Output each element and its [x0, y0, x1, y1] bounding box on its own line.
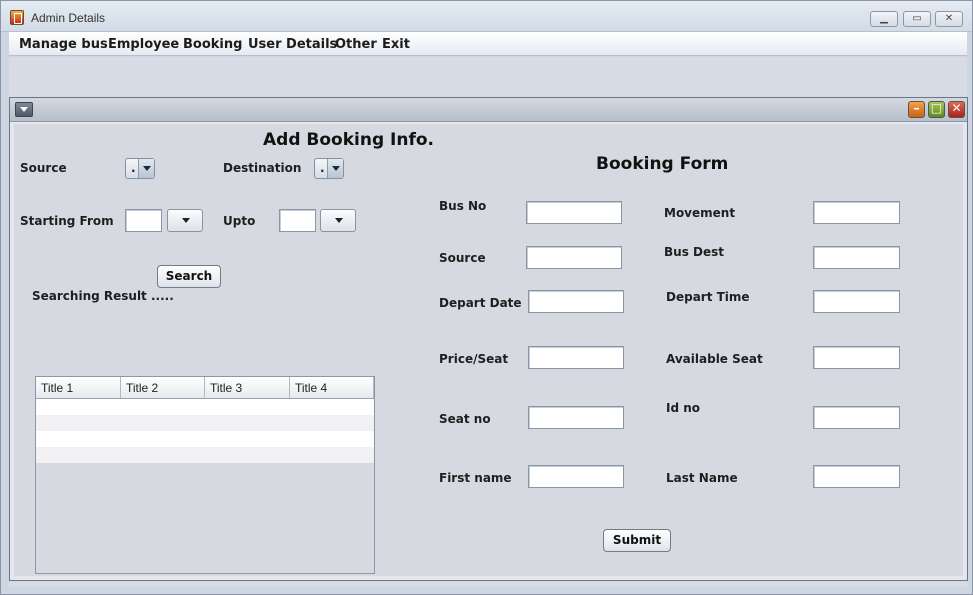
- menu-user-details[interactable]: User Details: [248, 37, 337, 52]
- submit-button[interactable]: Submit: [603, 529, 671, 552]
- source-form-label: Source: [439, 251, 486, 265]
- booking-panel: Add Booking Info. Source . Destination .…: [14, 124, 963, 576]
- frame-minimize-button[interactable]: –: [908, 101, 925, 118]
- movement-label: Movement: [664, 206, 736, 220]
- column-header[interactable]: Title 1: [36, 377, 121, 398]
- menu-other[interactable]: Other: [335, 37, 377, 52]
- source-combo[interactable]: .: [125, 158, 155, 179]
- maximize-button[interactable]: ▭: [903, 11, 931, 27]
- window-title-bar: Admin Details ▁ ▭ ✕: [1, 1, 972, 32]
- column-header[interactable]: Title 4: [290, 377, 374, 398]
- source-input[interactable]: [526, 246, 622, 269]
- depart-time-label: Depart Time: [666, 290, 750, 304]
- bus-dest-input[interactable]: [813, 246, 900, 269]
- chevron-down-icon: [327, 159, 343, 178]
- booking-form-heading: Booking Form: [596, 154, 729, 174]
- table-row[interactable]: [36, 431, 374, 447]
- maximize-icon: ▭: [912, 13, 922, 24]
- price-seat-label: Price/Seat: [439, 352, 509, 366]
- frame-menu-button[interactable]: [15, 102, 33, 117]
- source-label: Source: [20, 161, 67, 175]
- chevron-down-icon: [138, 159, 154, 178]
- starting-from-input[interactable]: [125, 209, 162, 232]
- upto-dropdown-button[interactable]: [320, 209, 356, 232]
- internal-frame-title-bar: – □ ✕: [10, 98, 967, 122]
- seat-no-input[interactable]: [528, 406, 624, 429]
- available-seat-label: Available Seat: [666, 352, 763, 366]
- column-header[interactable]: Title 2: [121, 377, 205, 398]
- bus-dest-label: Bus Dest: [664, 245, 724, 259]
- frame-close-button[interactable]: ✕: [948, 101, 965, 118]
- table-row[interactable]: [36, 399, 374, 415]
- search-results-table[interactable]: Title 1 Title 2 Title 3 Title 4: [35, 376, 375, 574]
- maximize-icon: □: [930, 101, 943, 115]
- booking-internal-frame: – □ ✕ Add Booking Info. Source . Destina…: [9, 97, 968, 581]
- table-row[interactable]: [36, 415, 374, 431]
- menu-exit[interactable]: Exit: [382, 37, 410, 52]
- table-row[interactable]: [36, 447, 374, 463]
- destination-value: .: [320, 161, 325, 175]
- last-name-input[interactable]: [813, 465, 900, 488]
- table-header: Title 1 Title 2 Title 3 Title 4: [36, 377, 374, 399]
- searching-result-label: Searching Result .....: [32, 289, 174, 303]
- close-icon: ✕: [944, 13, 954, 24]
- frame-maximize-button[interactable]: □: [928, 101, 945, 118]
- bus-no-label: Bus No: [439, 199, 487, 213]
- minimize-icon: ▁: [880, 13, 888, 24]
- first-name-input[interactable]: [528, 465, 624, 488]
- minimize-icon: –: [913, 101, 920, 115]
- minimize-button[interactable]: ▁: [870, 11, 898, 27]
- starting-from-dropdown-button[interactable]: [167, 209, 203, 232]
- seat-no-label: Seat no: [439, 412, 491, 426]
- search-button[interactable]: Search: [157, 265, 221, 288]
- depart-time-input[interactable]: [813, 290, 900, 313]
- movement-input[interactable]: [813, 201, 900, 224]
- add-booking-heading: Add Booking Info.: [263, 130, 435, 150]
- id-no-input[interactable]: [813, 406, 900, 429]
- window-title: Admin Details: [31, 11, 106, 25]
- price-seat-input[interactable]: [528, 346, 624, 369]
- bus-no-input[interactable]: [526, 201, 622, 224]
- source-value: .: [131, 161, 136, 175]
- upto-input[interactable]: [279, 209, 316, 232]
- close-button[interactable]: ✕: [935, 11, 963, 27]
- depart-date-input[interactable]: [528, 290, 624, 313]
- destination-combo[interactable]: .: [314, 158, 344, 179]
- upto-label: Upto: [223, 214, 256, 228]
- menu-booking[interactable]: Booking: [183, 37, 242, 52]
- menu-manage-bus[interactable]: Manage bus: [19, 37, 108, 52]
- last-name-label: Last Name: [666, 471, 738, 485]
- first-name-label: First name: [439, 471, 512, 485]
- menu-employee[interactable]: Employee: [108, 37, 179, 52]
- depart-date-label: Depart Date: [439, 296, 522, 310]
- available-seat-input[interactable]: [813, 346, 900, 369]
- java-app-icon: [10, 10, 24, 25]
- menu-bar: Manage bus Employee Booking User Details…: [9, 32, 967, 56]
- destination-label: Destination: [223, 161, 302, 175]
- column-header[interactable]: Title 3: [205, 377, 290, 398]
- starting-from-label: Starting From: [20, 214, 114, 228]
- id-no-label: Id no: [666, 401, 701, 415]
- close-icon: ✕: [951, 101, 962, 115]
